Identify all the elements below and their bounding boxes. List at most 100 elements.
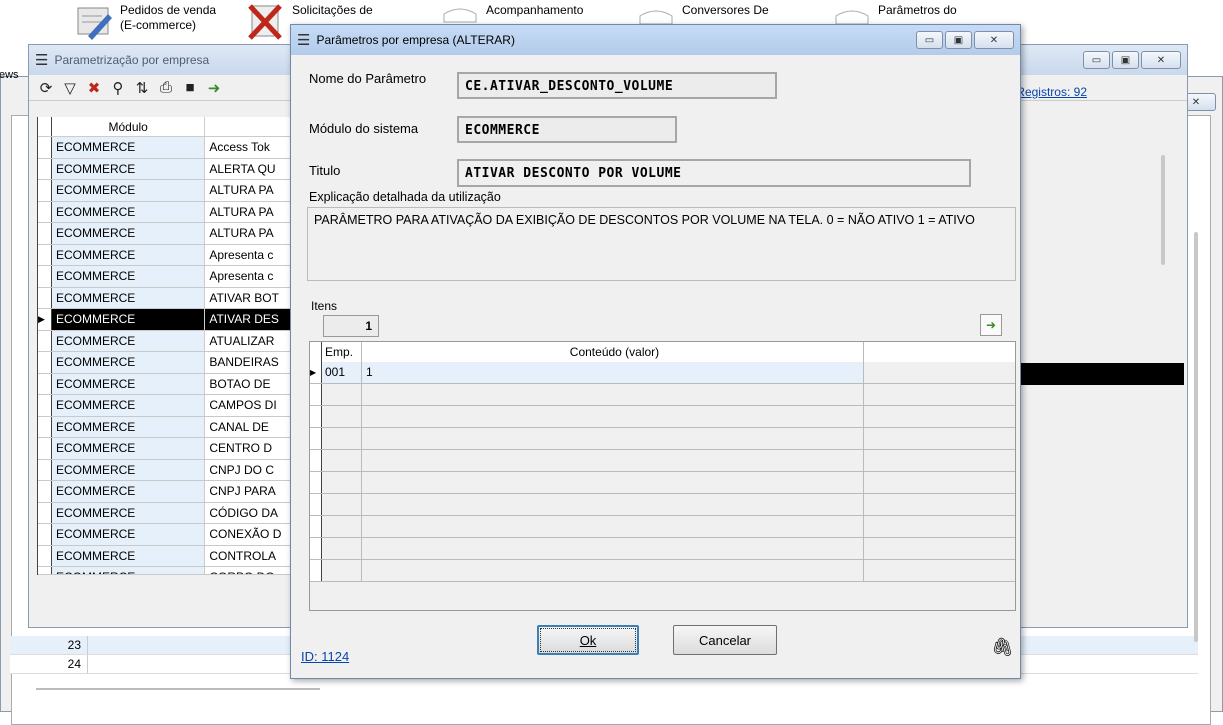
cell-modulo: ECOMMERCE	[51, 459, 206, 480]
print-icon[interactable]: ⎙	[157, 79, 175, 96]
table-row[interactable]: ECOMMERCE Access Tok	[38, 137, 291, 159]
table-row[interactable]	[310, 428, 1015, 450]
maximize-button[interactable]: ▣	[945, 31, 972, 49]
cell-conteudo[interactable]: 1	[362, 362, 864, 383]
table-row[interactable]: ECOMMERCE CANAL DE	[38, 416, 291, 438]
menu-icon[interactable]: ☰	[297, 31, 310, 49]
row-number: 24	[10, 655, 88, 673]
table-row[interactable]: ▶ 001 1	[310, 362, 1015, 384]
table-row[interactable]: ECOMMERCE CAMPOS DI	[38, 395, 291, 417]
table-row[interactable]	[310, 560, 1015, 582]
cell-modulo: ECOMMERCE	[51, 309, 206, 330]
nome-parametro-label: Nome do Parâmetro	[309, 71, 427, 86]
cell-descricao: CÓDIGO DA	[205, 502, 291, 523]
table-row[interactable]: ECOMMERCE CONEXÃO D	[38, 524, 291, 546]
cell-descricao: Access Tok	[205, 137, 291, 158]
nome-parametro-field[interactable]: CE.ATIVAR_DESCONTO_VOLUME	[457, 72, 777, 99]
cell-modulo: ECOMMERCE	[51, 352, 206, 373]
table-row[interactable]	[310, 516, 1015, 538]
table-row[interactable]: ECOMMERCE CONTROLA	[38, 545, 291, 567]
explicacao-textarea[interactable]: PARÂMETRO PARA ATIVAÇÃO DA EXIBIÇÃO DE D…	[307, 207, 1016, 281]
conteudo-grid: Emp. Conteúdo (valor) ▶ 001 1	[309, 341, 1016, 611]
launcher-pedidos-venda[interactable]: Pedidos de venda (E-commerce)	[74, 0, 216, 46]
table-row[interactable]: ECOMMERCE ALERTA QU	[38, 158, 291, 180]
cancel-button[interactable]: Cancelar	[673, 625, 777, 655]
close-button[interactable]: ✕	[974, 31, 1014, 49]
table-row[interactable]: ECOMMERCECORPO DO	[38, 567, 291, 575]
titulo-field[interactable]: ATIVAR DESCONTO POR VOLUME	[457, 159, 971, 187]
table-row[interactable]	[310, 406, 1015, 428]
table-row[interactable]: ECOMMERCE BANDEIRAS	[38, 352, 291, 374]
table-row[interactable]: ECOMMERCE ALTURA PA	[38, 180, 291, 202]
cell-descricao: ALERTA QU	[205, 158, 291, 179]
modulo-sistema-label: Módulo do sistema	[309, 121, 419, 136]
cell-descricao: CANAL DE	[205, 416, 291, 437]
export-icon[interactable]: ➜	[205, 79, 223, 97]
cell-modulo: ECOMMERCE	[51, 244, 206, 265]
ok-button[interactable]: Ok	[537, 625, 639, 655]
table-row[interactable]: ECOMMERCE BOTAO DE	[38, 373, 291, 395]
cell-descricao: CONTROLA	[205, 545, 291, 566]
cell-descricao: BOTAO DE	[205, 373, 291, 394]
cell-modulo: ECOMMERCE	[51, 330, 206, 351]
clear-filter-icon[interactable]: ✖	[85, 79, 103, 97]
table-row[interactable]: ECOMMERCE CNPJ PARA	[38, 481, 291, 503]
minimize-button[interactable]: ▭	[916, 31, 943, 49]
table-row[interactable]: ECOMMERCE ALTURA PA	[38, 201, 291, 223]
back-grid-scrollbar[interactable]	[1194, 232, 1198, 642]
table-row[interactable]: ECOMMERCE CENTRO D	[38, 438, 291, 460]
cell-modulo: ECOMMERCE	[51, 287, 206, 308]
horizontal-scrollbar[interactable]	[36, 688, 320, 690]
launcher-label: Parâmetros do	[878, 3, 957, 17]
attachment-icon[interactable]: 🖇	[991, 637, 1014, 658]
cell-descricao: CONEXÃO D	[205, 524, 291, 545]
sort-icon[interactable]: ⇅	[133, 79, 151, 97]
modulo-sistema-field[interactable]: ECOMMERCE	[457, 116, 677, 143]
table-row[interactable]	[310, 494, 1015, 516]
cell-modulo: ECOMMERCE	[51, 180, 206, 201]
table-row-selected[interactable]: ▶ ECOMMERCE ATIVAR DES	[38, 309, 291, 331]
close-button[interactable]: ✕	[1141, 51, 1181, 69]
cell-descricao: ALTURA PA	[205, 180, 291, 201]
add-item-button[interactable]: ➜	[980, 314, 1002, 336]
cell-modulo: ECOMMERCE	[51, 201, 206, 222]
table-row[interactable]: ECOMMERCE ALTURA PA	[38, 223, 291, 245]
table-row[interactable]	[310, 538, 1015, 560]
maximize-button[interactable]: ▣	[1112, 51, 1139, 69]
column-header-conteudo[interactable]: Conteúdo (valor)	[362, 342, 864, 362]
filter-icon[interactable]: ▽	[61, 79, 79, 97]
save-icon[interactable]: ■	[181, 79, 199, 96]
column-header-emp[interactable]: Emp.	[322, 342, 362, 362]
minimize-button[interactable]: ▭	[1083, 51, 1110, 69]
cell-modulo: ECOMMERCE	[51, 545, 206, 566]
titulo-label: Titulo	[309, 163, 341, 178]
cell-modulo: ECOMMERCE	[51, 223, 206, 244]
cell-modulo: ECOMMERCE	[51, 416, 206, 437]
cell-descricao: CORPO DO	[205, 567, 291, 574]
table-row[interactable]: ECOMMERCE ATIVAR BOT	[38, 287, 291, 309]
row-pointer-icon: ▶	[310, 362, 322, 383]
param-grid-scrollbar[interactable]	[1161, 155, 1165, 265]
cell-descricao: Apresenta c	[205, 244, 291, 265]
cell-modulo: ECOMMERCE	[51, 158, 206, 179]
refresh-icon[interactable]: ⟳	[37, 79, 55, 97]
table-row[interactable]	[310, 450, 1015, 472]
menu-icon[interactable]: ☰	[35, 51, 48, 69]
cell-descricao: ALTURA PA	[205, 201, 291, 222]
table-row[interactable]: ECOMMERCE ATUALIZAR	[38, 330, 291, 352]
table-row[interactable]: ECOMMERCE CÓDIGO DA	[38, 502, 291, 524]
table-row[interactable]: ECOMMERCE Apresenta c	[38, 244, 291, 266]
cell-descricao: CNPJ DO C	[205, 459, 291, 480]
launcher-label: (E-commerce)	[120, 18, 197, 32]
column-header-modulo[interactable]: Módulo	[52, 117, 206, 136]
table-row[interactable]: ECOMMERCE Apresenta c	[38, 266, 291, 288]
column-header-descricao[interactable]	[205, 117, 291, 136]
registros-link[interactable]: Registros: 92	[1016, 85, 1087, 99]
table-row[interactable]	[310, 384, 1015, 406]
table-row[interactable]	[310, 472, 1015, 494]
cell-descricao: ALTURA PA	[205, 223, 291, 244]
cancel-button-label: Cancelar	[698, 632, 752, 648]
id-link[interactable]: ID: 1124	[301, 649, 349, 664]
search-icon[interactable]: ⚲	[109, 79, 127, 97]
table-row[interactable]: ECOMMERCE CNPJ DO C	[38, 459, 291, 481]
